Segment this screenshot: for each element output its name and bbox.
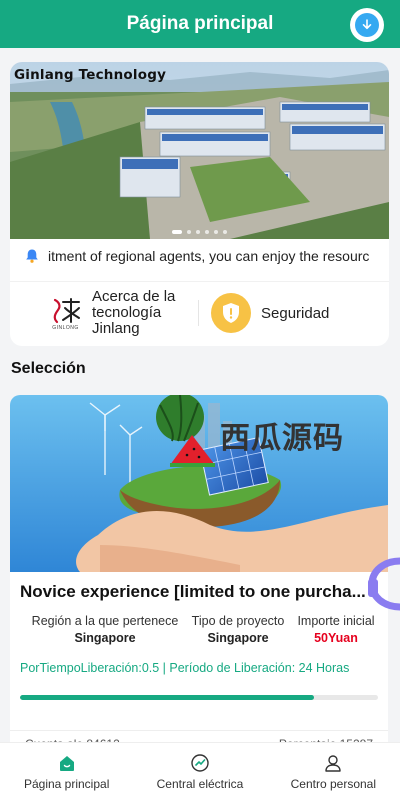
bell-icon [26, 249, 38, 263]
info-links: GINLONG Acerca de la tecnología Jinlang … [10, 281, 389, 344]
project-type-column: Tipo de proyecto Singapore [190, 614, 286, 645]
logo-caption: GINLONG [52, 324, 79, 331]
tab-home[interactable]: Página principal [0, 743, 133, 800]
progress-bar [20, 695, 378, 700]
download-icon [355, 13, 379, 37]
initial-amount-value: 50Yuan [314, 631, 358, 645]
initial-amount-column: Importe inicial 50Yuan [286, 614, 386, 645]
page-title: Página principal [126, 13, 274, 34]
tab-power-station-label: Central eléctrica [156, 777, 244, 791]
project-type-label: Tipo de proyecto [191, 614, 285, 628]
tab-power-station[interactable]: Central eléctrica [133, 743, 266, 800]
banner-brand-text: Ginlang Technology [14, 67, 167, 83]
carousel-dot[interactable] [223, 230, 227, 234]
product-title: Novice experience [limited to one purcha… [20, 582, 366, 601]
carousel-dot[interactable] [196, 230, 200, 234]
initial-amount-label: Importe inicial [297, 614, 375, 628]
carousel-dot[interactable] [172, 230, 182, 234]
header: Página principal [0, 0, 400, 48]
notice-text: itment of regional agents, you can enjoy… [48, 248, 370, 264]
progress-fill [20, 695, 314, 700]
product-attributes: Región a la que pertenece Singapore Tipo… [10, 602, 388, 645]
section-title: Selección [11, 360, 86, 377]
security-link[interactable]: Seguridad [199, 293, 329, 333]
product-image: 西瓜源码 [10, 395, 388, 572]
carousel-dot[interactable] [214, 230, 218, 234]
region-column: Región a la que pertenece Singapore [20, 614, 190, 645]
floating-service-icon[interactable] [364, 555, 400, 613]
about-jinlang-link[interactable]: GINLONG Acerca de la tecnología Jinlang [10, 289, 198, 337]
region-value: Singapore [74, 631, 136, 645]
notice-marquee[interactable]: itment of regional agents, you can enjoy… [10, 239, 389, 273]
image-watermark: 西瓜源码 [220, 421, 344, 456]
home-icon [59, 756, 74, 771]
project-type-value: Singapore [207, 631, 269, 645]
product-card[interactable]: 西瓜源码 Novice experience [limited to one p… [10, 395, 388, 755]
security-label: Seguridad [261, 304, 330, 322]
release-info: PorTiempoLiberación:0.5 | Período de Lib… [20, 661, 350, 675]
shield-icon [211, 293, 251, 333]
tab-personal-center[interactable]: Centro personal [267, 743, 400, 800]
top-card: Ginlang Technology itment of regional ag… [10, 62, 389, 346]
carousel-dots [10, 230, 389, 234]
tab-personal-center-label: Centro personal [290, 777, 377, 791]
banner-carousel[interactable]: Ginlang Technology [10, 62, 389, 239]
about-jinlang-label: Acerca de la tecnología Jinlang [92, 288, 176, 337]
carousel-dot[interactable] [187, 230, 191, 234]
user-icon [325, 755, 342, 772]
power-station-icon [191, 754, 209, 772]
bottom-tab-bar: Página principal Central eléctrica Centr… [0, 742, 400, 800]
download-button[interactable] [350, 8, 384, 42]
region-label: Región a la que pertenece [31, 614, 179, 628]
carousel-dot[interactable] [205, 230, 209, 234]
tab-home-label: Página principal [23, 777, 110, 791]
ginlong-logo: GINLONG [47, 293, 84, 333]
banner-image [10, 62, 389, 239]
